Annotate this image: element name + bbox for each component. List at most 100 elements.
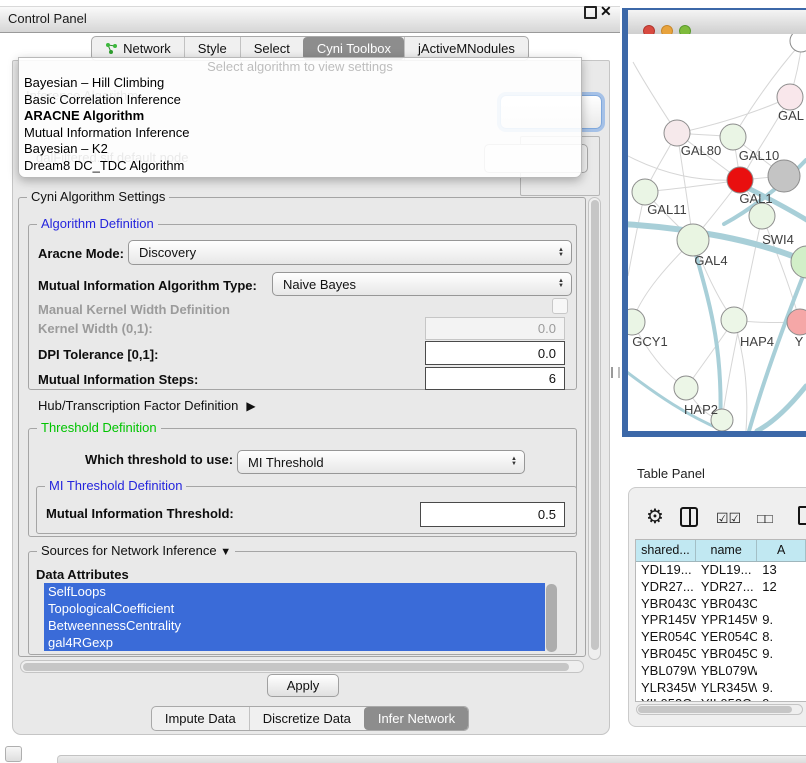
table-cell[interactable]: YBL079W	[636, 663, 696, 680]
network-node[interactable]	[677, 224, 709, 256]
table-cell[interactable]: 8.	[757, 629, 806, 646]
tab-discretize-data[interactable]: Discretize Data	[249, 707, 364, 730]
hub-section-toggle[interactable]: Hub/Transcription Factor Definition ▶	[38, 398, 256, 413]
network-node[interactable]	[721, 307, 747, 333]
algorithm-option[interactable]: Dream8 DC_TDC Algorithm	[19, 158, 581, 175]
table-row[interactable]: YDL19...YDL19...13	[636, 562, 806, 579]
table-row[interactable]: YBR045CYBR045C9.	[636, 646, 806, 663]
table-cell[interactable]: 9.	[757, 612, 806, 629]
columns-icon[interactable]	[680, 507, 698, 527]
data-attributes-list[interactable]: SelfLoopsTopologicalCoefficientBetweenne…	[44, 583, 545, 653]
which-threshold-combo[interactable]: MI Threshold ▲▼	[237, 450, 525, 474]
table-horizontal-scrollbar[interactable]	[636, 704, 803, 715]
attributes-list-scrollbar[interactable]	[546, 584, 557, 652]
table-row[interactable]: YBR043CYBR043C	[636, 596, 806, 613]
close-icon[interactable]: ✕	[600, 3, 612, 20]
tab-infer-network[interactable]: Infer Network	[364, 707, 468, 730]
table-cell[interactable]: 9.	[757, 646, 806, 663]
attribute-list-item-selected[interactable]: BetweennessCentrality	[44, 617, 545, 634]
network-node-label: GAL4	[694, 253, 727, 268]
network-node[interactable]	[791, 246, 806, 278]
table-cell[interactable]: YIL052C	[636, 696, 696, 702]
table-cell[interactable]: YPR145W	[636, 612, 696, 629]
network-canvas[interactable]: GALGAL80GAL10GAL1GAL11SWI4GAL4GCY1HAP4YH…	[628, 34, 806, 431]
manual-kernel-checkbox[interactable]	[552, 298, 568, 314]
settings-horizontal-scrollbar[interactable]	[20, 660, 584, 673]
mi-steps-label: Mutual Information Steps:	[38, 372, 198, 387]
table-cell[interactable]: YER054C	[636, 629, 696, 646]
algorithm-option[interactable]: Bayesian – Hill Climbing	[19, 75, 581, 92]
table-row[interactable]: YER054CYER054C8.	[636, 629, 806, 646]
collapse-arrow-icon[interactable]: ▼	[220, 546, 231, 558]
control-panel-titlebar[interactable]: Control Panel	[0, 6, 620, 33]
table-cell[interactable]: YBR045C	[636, 646, 696, 663]
dpi-tolerance-value: 0.0	[538, 346, 556, 361]
mini-panel-button[interactable]	[5, 746, 22, 762]
attribute-list-item-selected[interactable]: gal4RGexp	[44, 634, 545, 651]
dpi-tolerance-field[interactable]: 0.0	[425, 341, 565, 365]
algorithm-dropdown-list[interactable]: Select algorithm to view settings Bayesi…	[18, 57, 582, 178]
dpi-tolerance-label: DPI Tolerance [0,1]:	[38, 347, 158, 362]
table-cell[interactable]: YDR27...	[696, 579, 757, 596]
network-node[interactable]	[674, 376, 698, 400]
gear-icon[interactable]: ⚙	[646, 504, 664, 529]
network-node[interactable]	[628, 309, 645, 335]
network-node[interactable]	[790, 34, 806, 52]
kernel-width-field[interactable]: 0.0	[425, 317, 565, 340]
select-all-checks-icon[interactable]: ☑☑	[716, 510, 741, 527]
table-row[interactable]: YBL079WYBL079W	[636, 663, 806, 680]
node-table[interactable]: shared...nameA YDL19...YDL19...13YDR27..…	[635, 539, 806, 702]
network-node[interactable]	[749, 203, 775, 229]
network-node[interactable]	[768, 160, 800, 192]
network-node[interactable]	[720, 124, 746, 150]
column-header[interactable]: A	[757, 540, 806, 561]
table-cell[interactable]	[757, 663, 806, 680]
table-cell[interactable]: YBR045C	[696, 646, 757, 663]
export-table-icon[interactable]	[798, 506, 806, 525]
split-pane-handle[interactable]	[611, 367, 620, 378]
table-cell[interactable]: YER054C	[696, 629, 757, 646]
table-cell[interactable]: YIL052C	[696, 696, 757, 702]
algorithm-option[interactable]: ARACNE Algorithm	[19, 108, 581, 125]
mi-type-label: Mutual Information Algorithm Type:	[38, 278, 257, 293]
aracne-mode-combo[interactable]: Discovery ▲▼	[128, 240, 572, 265]
column-header[interactable]: name	[696, 540, 758, 561]
mi-type-combo[interactable]: Naive Bayes ▲▼	[272, 272, 572, 296]
mi-steps-field[interactable]: 6	[425, 367, 565, 390]
table-cell[interactable]: YBR043C	[636, 596, 696, 613]
settings-vertical-scrollbar[interactable]	[588, 197, 601, 660]
table-cell[interactable]: 12	[757, 579, 806, 596]
tab-impute-data[interactable]: Impute Data	[152, 707, 249, 730]
network-node[interactable]	[777, 84, 803, 110]
table-cell[interactable]: YDL19...	[696, 562, 757, 579]
algorithm-option[interactable]: Mutual Information Inference	[19, 125, 581, 142]
deselect-all-boxes-icon[interactable]: □□	[757, 511, 773, 526]
table-cell[interactable]	[757, 596, 806, 613]
network-node[interactable]	[727, 167, 753, 193]
table-cell[interactable]: YLR345W	[696, 680, 757, 697]
mi-threshold-field[interactable]: 0.5	[420, 502, 565, 527]
table-row[interactable]: YLR345WYLR345W9.	[636, 680, 806, 697]
table-cell[interactable]: 9.	[757, 680, 806, 697]
network-window-titlebar[interactable]	[628, 10, 806, 35]
attribute-list-item-selected[interactable]: TopologicalCoefficient	[44, 600, 545, 617]
table-cell[interactable]: YBL079W	[696, 663, 757, 680]
table-row[interactable]: YIL052CYIL052C9	[636, 696, 806, 702]
float-window-icon[interactable]	[584, 6, 597, 19]
table-cell[interactable]: YBR043C	[696, 596, 757, 613]
attribute-list-item-selected[interactable]: SelfLoops	[44, 583, 545, 600]
table-cell[interactable]: YDR27...	[636, 579, 696, 596]
algorithm-option[interactable]: Bayesian – K2	[19, 141, 581, 158]
table-cell[interactable]: YDL19...	[636, 562, 696, 579]
column-header[interactable]: shared...	[636, 540, 696, 561]
algorithm-option[interactable]: Basic Correlation Inference	[19, 92, 581, 109]
network-node-label: GCY1	[632, 334, 667, 349]
apply-button[interactable]: Apply	[267, 674, 339, 697]
table-row[interactable]: YPR145WYPR145W9.	[636, 612, 806, 629]
table-cell[interactable]: 13	[757, 562, 806, 579]
table-row[interactable]: YDR27...YDR27...12	[636, 579, 806, 596]
table-cell[interactable]: 9	[757, 696, 806, 702]
kernel-width-value: 0.0	[538, 321, 556, 336]
table-cell[interactable]: YPR145W	[696, 612, 757, 629]
table-cell[interactable]: YLR345W	[636, 680, 696, 697]
